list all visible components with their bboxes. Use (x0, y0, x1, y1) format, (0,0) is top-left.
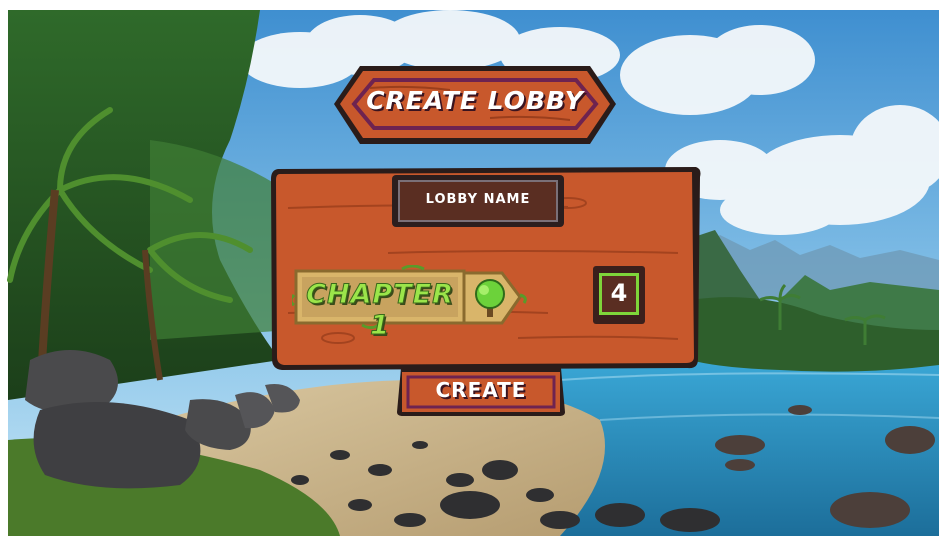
player-count-box[interactable]: 4 (593, 266, 645, 324)
title-plank: CREATE LOBBY (330, 58, 620, 150)
chapter-label: CHAPTER 1 (306, 279, 454, 342)
lobby-name-field[interactable]: LOBBY NAME (392, 175, 564, 227)
lobby-name-label: LOBBY NAME (425, 192, 531, 207)
chapter-selector[interactable]: CHAPTER 1 (289, 264, 528, 342)
create-button[interactable]: CREATE (395, 366, 567, 418)
create-button-label: CREATE (435, 378, 527, 402)
tree-icon (475, 279, 505, 317)
player-count-value: 4 (610, 279, 628, 307)
game-screen: CREATE LOBBY LOBBY NAME CHAPTER 1 4 CREA… (0, 0, 939, 536)
lobby-board: LOBBY NAME CHAPTER 1 4 (268, 163, 703, 373)
page-title: CREATE LOBBY (366, 86, 584, 115)
